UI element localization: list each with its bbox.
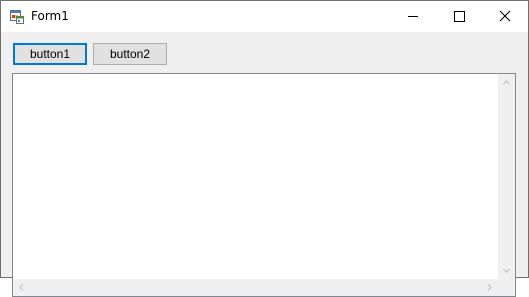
minimize-icon	[408, 16, 418, 17]
scrollbar-corner	[498, 279, 515, 296]
vertical-scrollbar[interactable]	[498, 74, 515, 279]
scroll-right-button[interactable]	[481, 279, 498, 296]
close-icon	[499, 10, 511, 22]
close-button[interactable]	[482, 1, 528, 32]
scroll-up-button[interactable]	[498, 74, 515, 91]
maximize-icon	[454, 11, 465, 22]
scroll-down-button[interactable]	[498, 262, 515, 279]
chevron-down-icon	[503, 268, 510, 273]
maximize-button[interactable]	[436, 1, 482, 32]
form1-window: Form1 button1 button2	[0, 0, 529, 297]
chevron-up-icon	[503, 80, 510, 85]
horizontal-scrollbar[interactable]	[13, 279, 498, 296]
textbox-content[interactable]	[15, 76, 496, 277]
window-title: Form1	[31, 9, 69, 23]
chevron-left-icon	[19, 284, 24, 291]
form-client-area: button1 button2	[1, 32, 528, 297]
minimize-button[interactable]	[390, 1, 436, 32]
chevron-right-icon	[487, 284, 492, 291]
scroll-left-button[interactable]	[13, 279, 30, 296]
form-app-icon[interactable]	[10, 9, 24, 24]
button1[interactable]: button1	[13, 43, 87, 65]
button2[interactable]: button2	[93, 43, 167, 65]
title-bar[interactable]: Form1	[1, 1, 528, 32]
multiline-textbox[interactable]	[12, 73, 516, 297]
